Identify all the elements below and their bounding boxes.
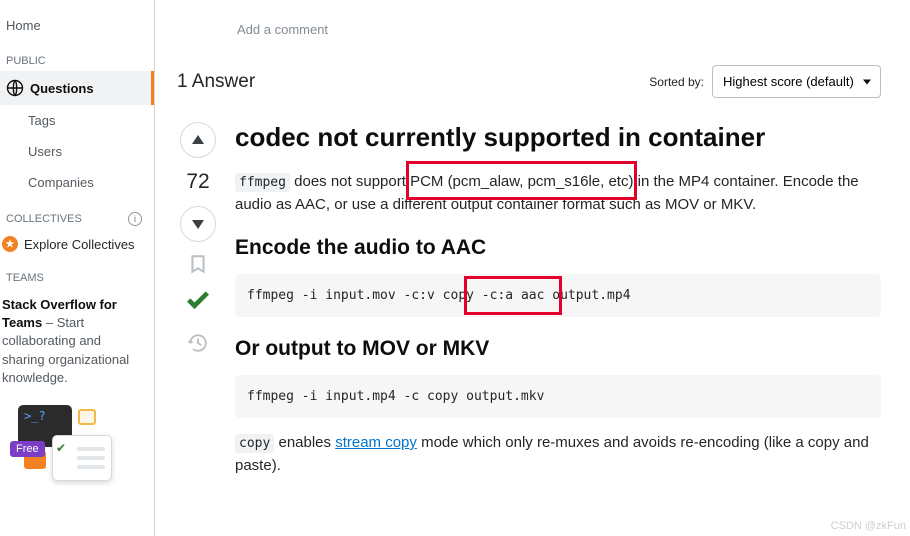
- answer-paragraph-1: ffmpeg does not support PCM (pcm_alaw, p…: [235, 171, 881, 216]
- nav-section-teams: TEAMS: [0, 258, 154, 288]
- answer-body: codec not currently supported in contain…: [235, 122, 881, 481]
- explore-collectives-label: Explore Collectives: [24, 237, 135, 252]
- code-block-1: ffmpeg -i input.mov -c:v copy -c:a aac o…: [235, 274, 881, 317]
- answer-title: codec not currently supported in contain…: [235, 122, 881, 153]
- vote-score: 72: [186, 170, 209, 194]
- heading-output-mov-mkv: Or output to MOV or MKV: [235, 337, 881, 361]
- teams-promo: Stack Overflow for Teams – Start collabo…: [0, 296, 154, 387]
- add-comment-link[interactable]: Add a comment: [237, 0, 881, 37]
- stream-copy-link[interactable]: stream copy: [335, 434, 417, 451]
- sort-select[interactable]: Highest score (default): [712, 65, 881, 98]
- downvote-button[interactable]: [180, 206, 216, 242]
- nav-tags[interactable]: Tags: [0, 105, 154, 136]
- collectives-label: COLLECTIVES: [6, 213, 82, 225]
- answer-paragraph-2: copy enables stream copy mode which only…: [235, 432, 881, 477]
- chat-bubble-icon: [78, 409, 96, 425]
- sort-controls: Sorted by: Highest score (default): [649, 65, 881, 98]
- nav-companies[interactable]: Companies: [0, 167, 154, 198]
- free-tag: Free: [10, 441, 45, 457]
- bookmark-icon[interactable]: [188, 254, 208, 274]
- nav-section-collectives: COLLECTIVES i: [0, 198, 154, 230]
- star-badge-icon: ★: [2, 236, 18, 252]
- vote-column: 72: [177, 122, 219, 481]
- nav-section-public: PUBLIC: [0, 41, 154, 71]
- check-icon: ✔: [56, 441, 66, 455]
- code-block-2: ffmpeg -i input.mp4 -c copy output.mkv: [235, 375, 881, 418]
- watermark: CSDN @zkFun: [831, 520, 906, 532]
- sorted-by-label: Sorted by:: [649, 75, 704, 89]
- answers-count: 1 Answer: [177, 71, 255, 93]
- accepted-check-icon: [184, 286, 212, 321]
- copy-inline-code: copy: [235, 434, 274, 453]
- answer: 72 codec not currently supported in cont…: [177, 122, 881, 481]
- left-sidebar: Home PUBLIC Questions Tags Users Compani…: [0, 0, 155, 536]
- globe-icon: [6, 79, 24, 97]
- highlight-box-aac: [464, 276, 562, 315]
- nav-users[interactable]: Users: [0, 136, 154, 167]
- highlight-box-pcm: [406, 161, 637, 200]
- heading-encode-aac: Encode the audio to AAC: [235, 236, 881, 260]
- nav-home[interactable]: Home: [0, 10, 154, 41]
- nav-questions-label: Questions: [30, 81, 94, 96]
- answers-header: 1 Answer Sorted by: Highest score (defau…: [177, 65, 881, 98]
- history-icon[interactable]: [188, 333, 208, 353]
- teams-promo-graphic: >_? ✔ Free: [18, 405, 128, 475]
- sort-select-wrap: Highest score (default): [712, 65, 881, 98]
- ffmpeg-inline-code: ffmpeg: [235, 173, 290, 192]
- info-icon[interactable]: i: [128, 212, 142, 226]
- main-content: Add a comment 1 Answer Sorted by: Highes…: [177, 0, 897, 481]
- upvote-button[interactable]: [180, 122, 216, 158]
- nav-explore-collectives[interactable]: ★ Explore Collectives: [0, 230, 154, 258]
- nav-questions[interactable]: Questions: [0, 71, 154, 105]
